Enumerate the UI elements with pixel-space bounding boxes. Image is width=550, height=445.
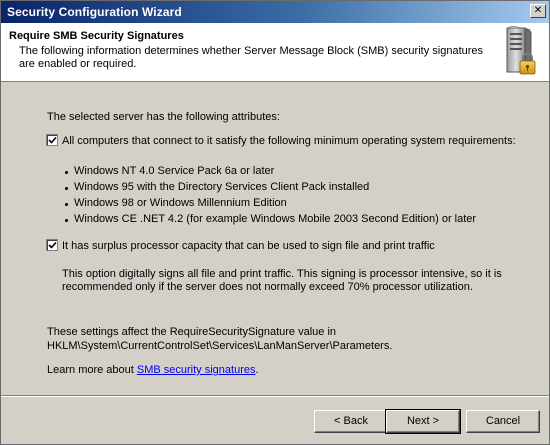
close-button[interactable]: ✕ (530, 4, 546, 18)
wizard-content: The selected server has the following at… (1, 83, 549, 395)
learn-more-suffix: . (255, 364, 259, 376)
page-description: The following information determines whe… (19, 45, 484, 70)
requirement-item: Windows 98 or Windows Millennium Edition (74, 197, 287, 209)
bullet-icon (65, 171, 68, 174)
bullet-icon (65, 187, 68, 190)
checkmark-icon (48, 241, 57, 249)
checkmark-icon (48, 136, 57, 144)
smb-signatures-link[interactable]: SMB security signatures (137, 364, 256, 376)
bullet-icon (65, 219, 68, 222)
settings-note-line: These settings affect the RequireSecurit… (47, 326, 337, 338)
requirement-item: Windows CE .NET 4.2 (for example Windows… (74, 213, 477, 225)
window-title: Security Configuration Wizard (7, 5, 182, 19)
learn-more-text: Learn more about SMB security signatures… (47, 364, 259, 376)
requirement-item: Windows NT 4.0 Service Pack 6a or later (74, 165, 275, 177)
title-bar: Security Configuration Wizard ✕ (1, 1, 549, 23)
bullet-icon (65, 203, 68, 206)
server-lock-icon (506, 26, 536, 75)
learn-more-prefix: Learn more about (47, 364, 137, 376)
wizard-header: Require SMB Security Signatures The foll… (1, 23, 549, 82)
os-requirements-label: All computers that connect to it satisfy… (62, 135, 516, 147)
intro-text: The selected server has the following at… (47, 111, 280, 123)
signing-note-line: recommended only if the server does not … (62, 281, 473, 293)
requirement-item: Windows 95 with the Directory Services C… (74, 181, 370, 193)
cancel-button[interactable]: Cancel (466, 410, 540, 433)
settings-note-line: HKLM\System\CurrentControlSet\Services\L… (47, 340, 393, 352)
next-button[interactable]: Next > (385, 409, 461, 434)
footer-divider (1, 395, 549, 397)
page-title: Require SMB Security Signatures (9, 30, 184, 42)
signing-note-line: This option digitally signs all file and… (62, 268, 502, 280)
os-requirements-checkbox[interactable] (46, 134, 58, 146)
processor-capacity-label: It has surplus processor capacity that c… (62, 240, 435, 252)
wizard-window: Security Configuration Wizard ✕ Require … (0, 0, 550, 445)
processor-capacity-checkbox[interactable] (46, 239, 58, 251)
back-button[interactable]: < Back (314, 410, 388, 433)
